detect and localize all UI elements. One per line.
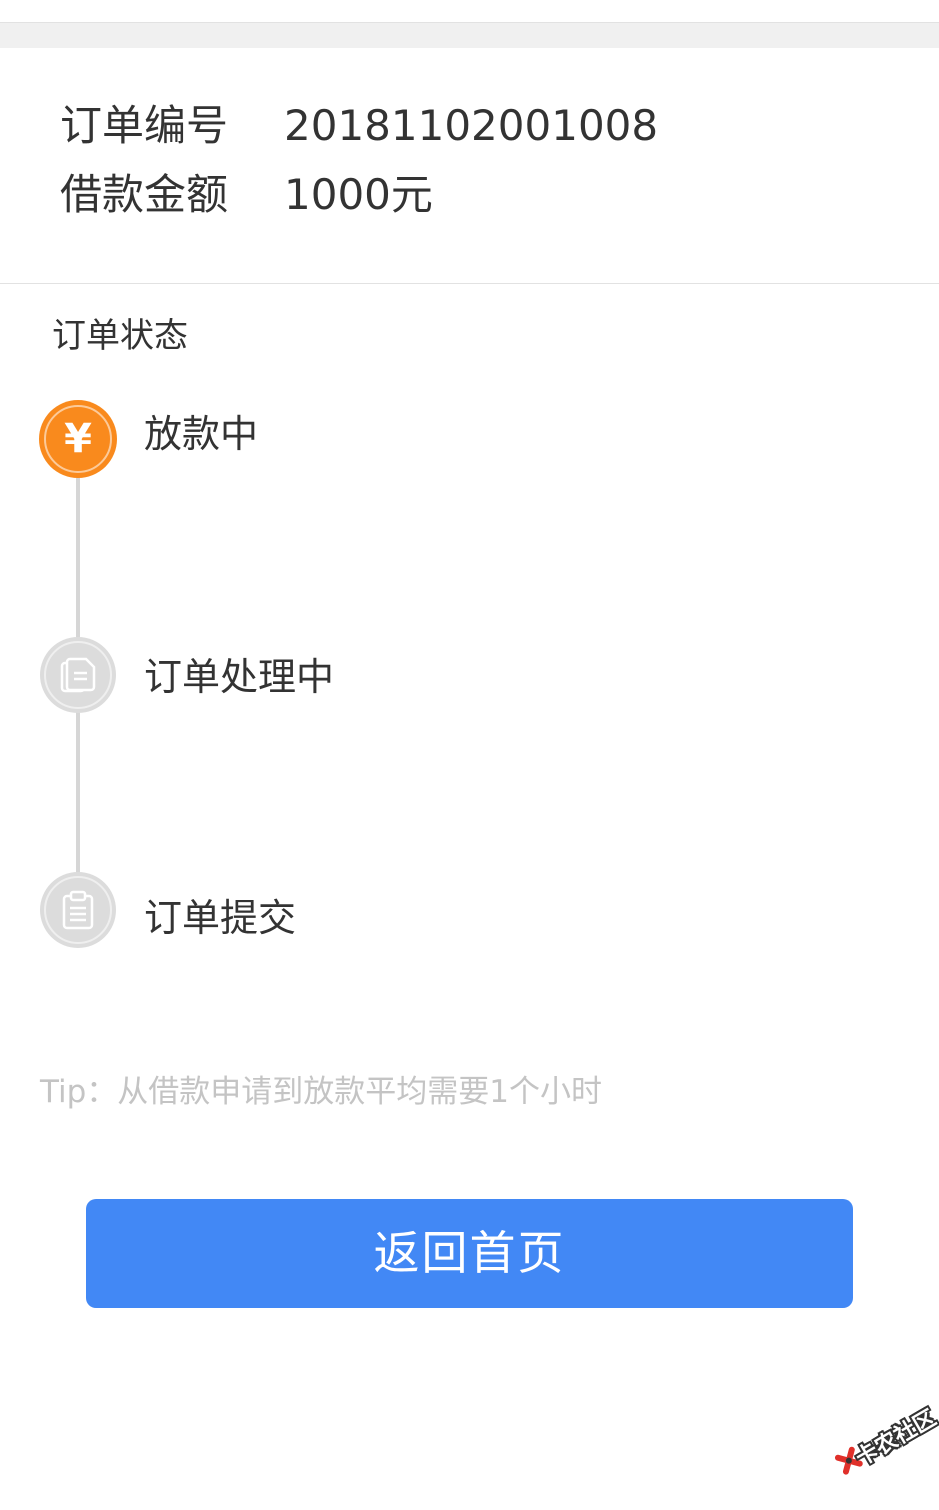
return-home-button[interactable]: 返回首页 [86,1199,853,1308]
tip-text: Tip：从借款申请到放款平均需要1个小时 [40,1074,602,1110]
step-node-disbursing: ¥ [40,401,116,477]
watermark-logo: 卡农社区 [820,1381,939,1509]
loan-amount-row: 借款金额 1000元 [60,165,433,225]
order-number-row: 订单编号 20181102001008 [60,96,658,156]
timeline-connector [76,470,80,640]
documents-icon [60,657,96,693]
loan-amount-value: 1000元 [284,170,433,219]
yen-icon: ¥ [64,416,92,462]
order-status-title: 订单状态 [52,316,188,356]
step-label-disbursing: 放款中 [144,412,259,456]
section-divider-band [0,23,939,48]
order-number-label: 订单编号 [60,101,229,150]
step-label-submitted: 订单提交 [144,896,297,940]
step-node-processing [40,637,116,713]
order-info-card: 订单编号 20181102001008 借款金额 1000元 [0,48,939,284]
order-number-value: 20181102001008 [284,101,659,150]
clipboard-icon [62,890,94,930]
top-header-strip [0,0,939,23]
step-node-submitted [40,872,116,948]
step-label-processing: 订单处理中 [144,655,335,699]
timeline-connector [76,712,80,877]
loan-amount-label: 借款金额 [60,170,229,219]
watermark-text: 卡农社区 [851,1405,939,1472]
